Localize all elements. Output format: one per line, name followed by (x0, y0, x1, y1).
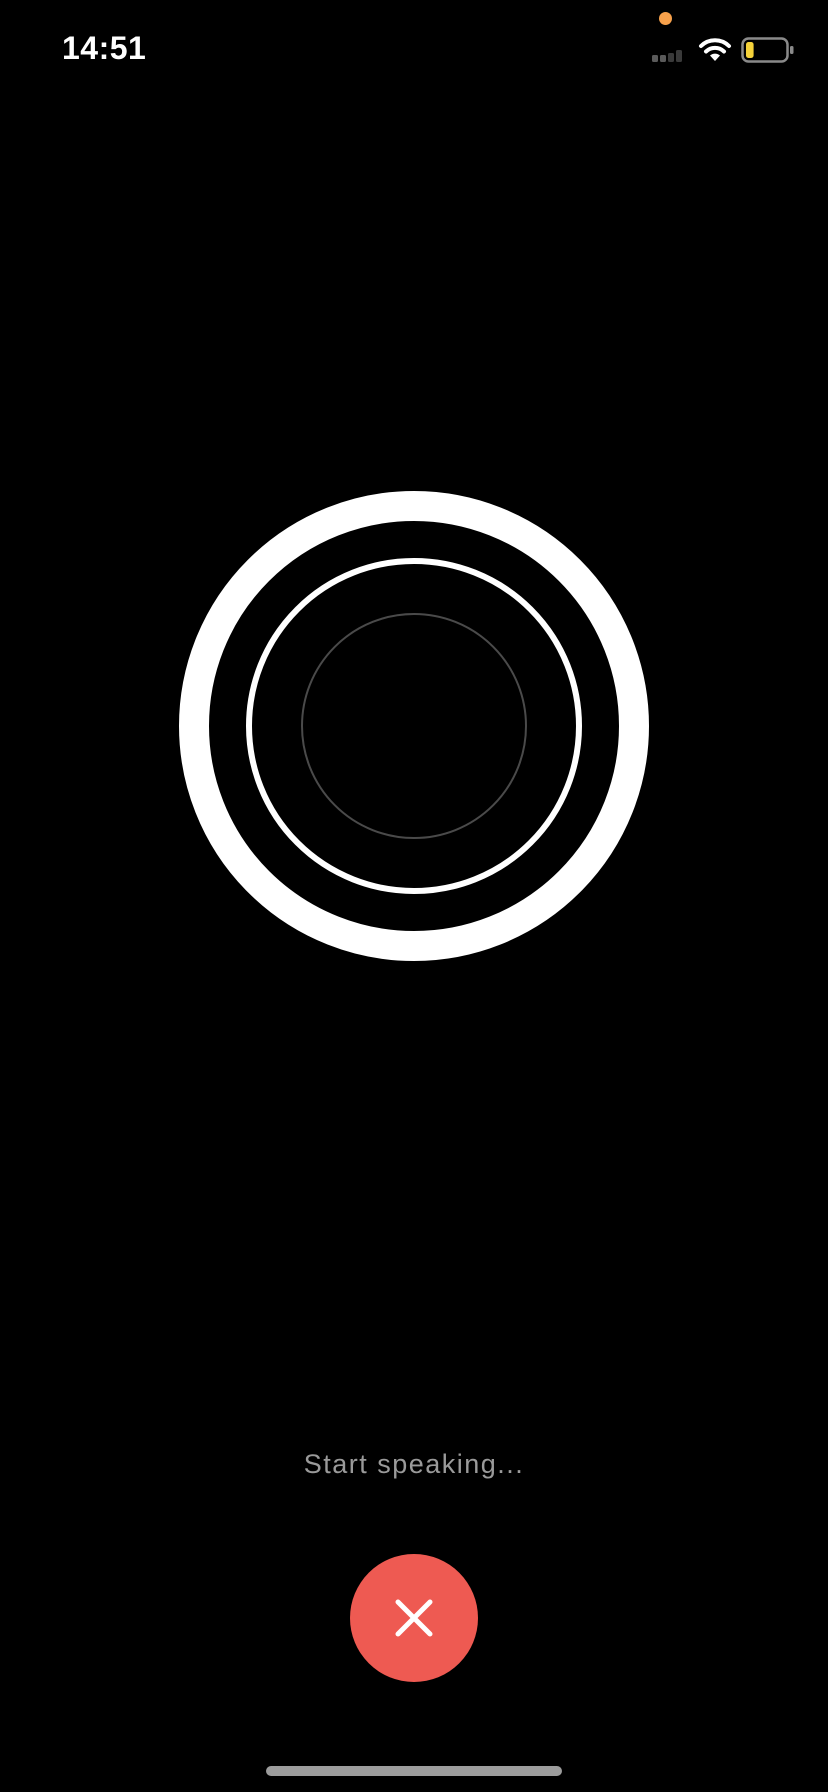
privacy-indicator-icon (659, 12, 672, 25)
voice-visualizer (179, 491, 649, 961)
speaking-prompt: Start speaking... (303, 1449, 525, 1479)
close-icon (395, 1599, 433, 1637)
home-indicator[interactable] (266, 1766, 562, 1776)
wifi-icon (699, 38, 731, 61)
inner-ring (301, 613, 527, 839)
cellular-signal-icon (652, 50, 682, 62)
battery-icon (741, 37, 794, 63)
status-time: 14:51 (62, 30, 147, 66)
status-bar: 14:51 (0, 0, 828, 100)
middle-ring (246, 558, 582, 894)
cancel-button[interactable] (350, 1554, 478, 1682)
outer-ring (179, 491, 649, 961)
